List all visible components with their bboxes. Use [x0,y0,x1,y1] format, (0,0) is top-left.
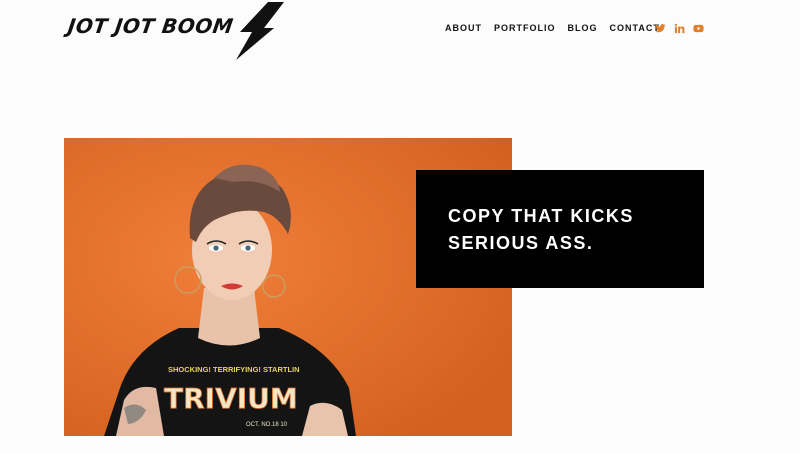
logo-text: JOT JOT BOOM [66,14,235,38]
twitter-icon[interactable] [655,23,666,34]
nav-blog[interactable]: BLOG [568,23,598,33]
youtube-icon[interactable] [693,23,704,34]
site-header: JOT JOT BOOM ABOUT PORTFOLIO BLOG CONTAC… [0,0,800,60]
shirt-text-main: TRIVIUM [164,382,298,415]
shirt-text-top: SHOCKING! TERRIFYING! STARTLIN [168,365,300,374]
social-links [655,23,704,34]
headline-box: COPY THAT KICKS SERIOUS ASS. [416,170,704,288]
linkedin-icon[interactable] [674,23,685,34]
headline-line-1: COPY THAT KICKS [448,206,634,226]
hero-headline: COPY THAT KICKS SERIOUS ASS. [448,203,688,257]
shirt-text-date: OCT. NO.18 10 [246,422,288,428]
lightning-bolt-icon [236,2,284,60]
main-nav: ABOUT PORTFOLIO BLOG CONTACT [445,23,660,33]
nav-about[interactable]: ABOUT [445,23,482,33]
headline-line-2: SERIOUS ASS. [448,233,594,253]
nav-contact[interactable]: CONTACT [610,23,660,33]
nav-portfolio[interactable]: PORTFOLIO [494,23,556,33]
site-logo[interactable]: JOT JOT BOOM [66,2,288,60]
